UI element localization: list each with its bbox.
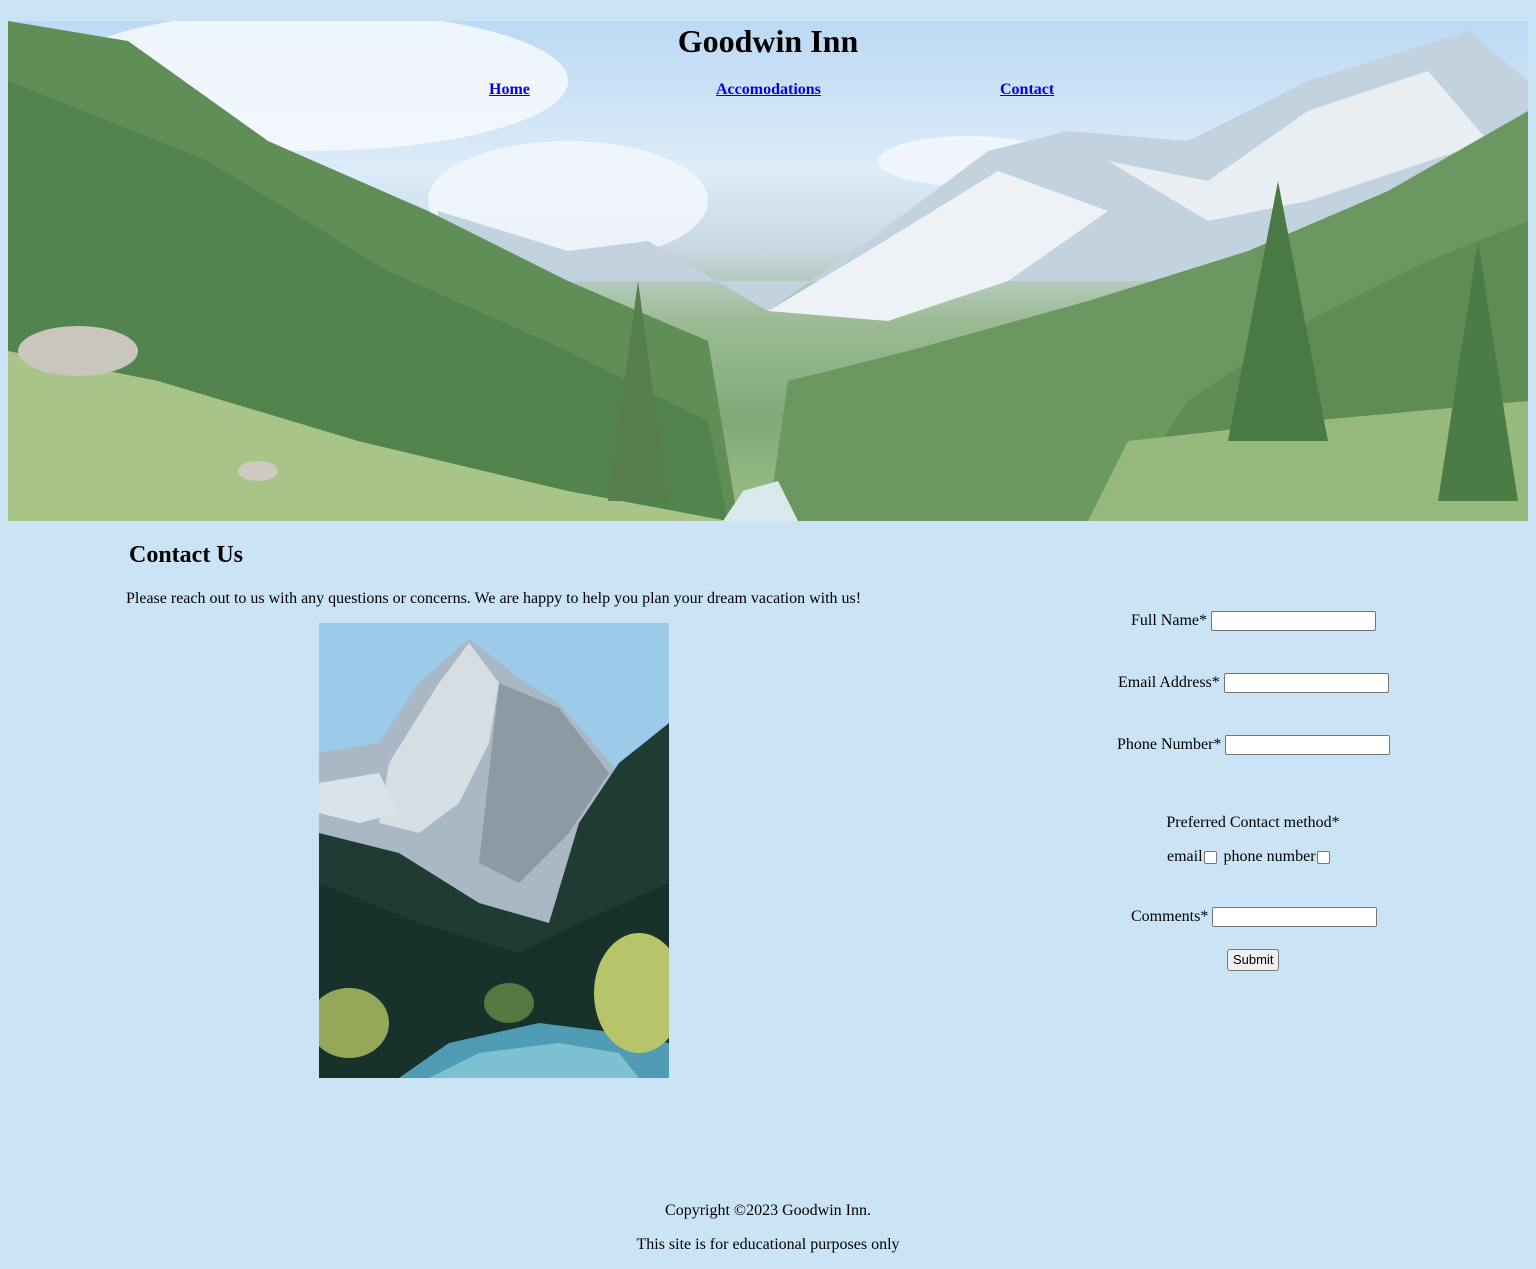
hero-banner: Goodwin Inn Home Accomodations Contact: [8, 21, 1528, 521]
option-phone-label: phone number: [1223, 848, 1316, 865]
phone-field[interactable]: [1225, 735, 1391, 755]
submit-button[interactable]: Submit: [1227, 949, 1280, 971]
option-email-label: email: [1167, 848, 1203, 865]
disclaimer-text: This site is for educational purposes on…: [636, 1236, 900, 1253]
full-name-field[interactable]: [1211, 611, 1376, 631]
preferred-contact-options: email phone number: [1167, 847, 1337, 867]
preferred-contact-label: Preferred Contact method*: [1166, 814, 1340, 831]
phone-label: Phone Number*: [1117, 736, 1222, 753]
email-label: Email Address*: [1118, 674, 1220, 691]
nav-link-home[interactable]: Home: [489, 79, 530, 101]
email-checkbox[interactable]: [1203, 850, 1217, 864]
phone-row: Phone Number*: [1117, 735, 1391, 755]
comments-label: Comments*: [1131, 908, 1209, 925]
phone-checkbox[interactable]: [1316, 850, 1330, 864]
intro-text: Please reach out to us with any question…: [126, 590, 862, 607]
comments-row: Comments*: [1131, 907, 1378, 927]
email-field[interactable]: [1223, 673, 1389, 693]
page-title: Contact Us: [129, 542, 243, 568]
copyright-text: Copyright ©2023 Goodwin Inn.: [665, 1202, 871, 1219]
nav-link-accomodations[interactable]: Accomodations: [716, 79, 821, 101]
site-title: Goodwin Inn: [677, 23, 859, 59]
email-row: Email Address*: [1118, 673, 1389, 693]
comments-field[interactable]: [1212, 907, 1378, 927]
full-name-row: Full Name*: [1131, 611, 1376, 631]
mountain-river-photo: [319, 623, 669, 1078]
full-name-label: Full Name*: [1131, 612, 1207, 629]
nav-link-contact[interactable]: Contact: [1000, 79, 1054, 101]
